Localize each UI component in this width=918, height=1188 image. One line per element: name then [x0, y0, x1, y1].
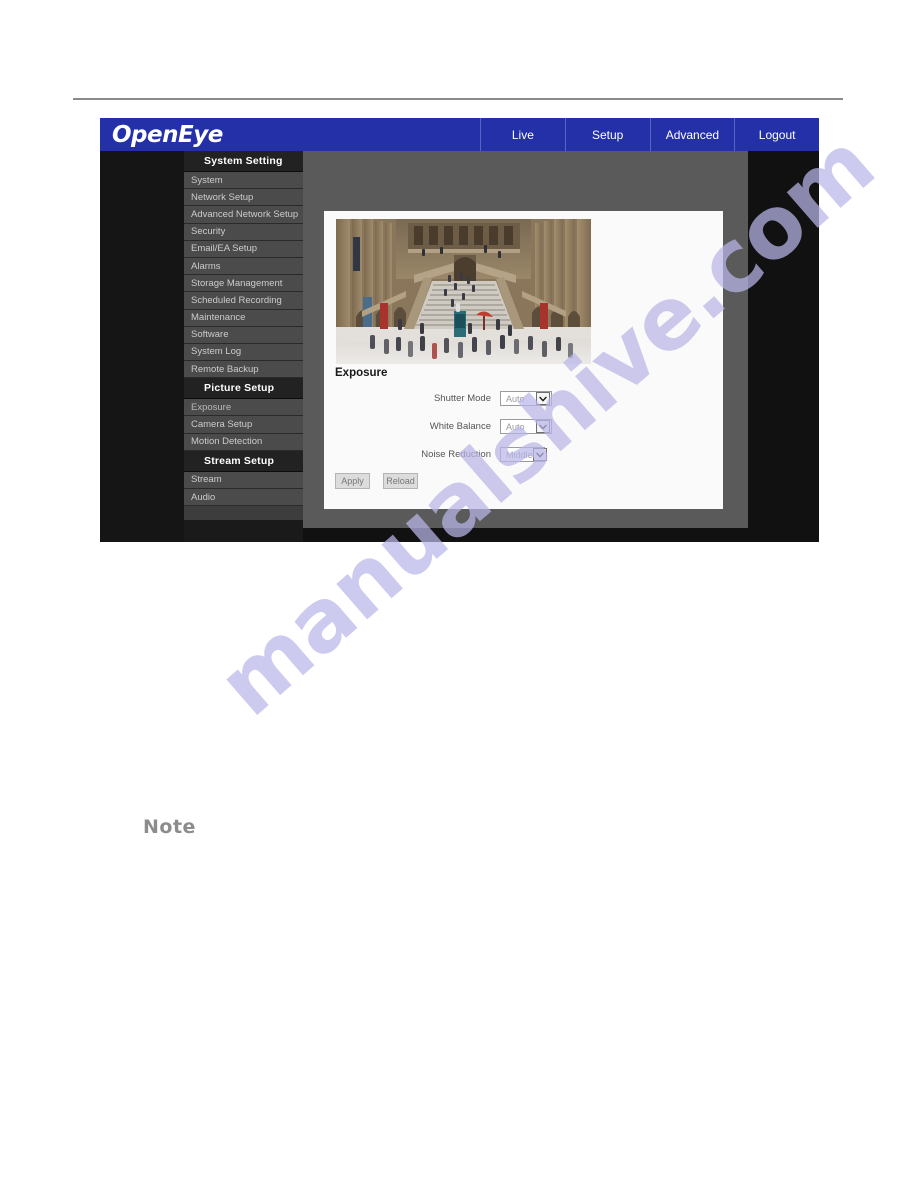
- sidebar-item-storage-management[interactable]: Storage Management: [184, 275, 303, 293]
- sidebar-gutter: [100, 151, 184, 542]
- field-row-white-balance: White Balance Auto: [335, 419, 665, 434]
- nav-tab-setup[interactable]: Setup: [564, 118, 650, 151]
- sidebar-item-software[interactable]: Software: [184, 326, 303, 344]
- sidebar-section-stream-setup: Stream Setup: [184, 450, 303, 472]
- reload-button[interactable]: Reload: [383, 473, 418, 489]
- app-header-bar: OpenEye Live Setup Advanced Logout: [100, 118, 819, 151]
- sidebar-item-stream[interactable]: Stream: [184, 471, 303, 489]
- nav-tab-logout[interactable]: Logout: [734, 118, 819, 151]
- nav-tab-advanced[interactable]: Advanced: [649, 118, 735, 151]
- field-row-noise-reduction: Noise Reduction Middle: [335, 447, 665, 462]
- sidebar-item-advanced-network-setup[interactable]: Advanced Network Setup: [184, 206, 303, 224]
- top-nav-tabs: Live Setup Advanced Logout: [480, 118, 819, 151]
- content-area: Exposure Shutter Mode Auto White Balance: [303, 151, 748, 528]
- label-shutter-mode: Shutter Mode: [433, 393, 491, 404]
- nav-tab-live-label: Live: [511, 127, 534, 142]
- sidebar-section-picture-setup: Picture Setup: [184, 378, 303, 400]
- openeye-logo: OpenEye: [112, 121, 223, 148]
- openeye-web-client-window: OpenEye Live Setup Advanced Logout Syste…: [100, 118, 819, 542]
- sidebar-item-email-ea-setup[interactable]: Email/EA Setup: [184, 240, 303, 258]
- form-action-buttons: Apply Reload: [335, 473, 418, 489]
- nav-tab-logout-label: Logout: [758, 127, 796, 142]
- chevron-down-icon[interactable]: [536, 420, 550, 433]
- sidebar-item-remote-backup[interactable]: Remote Backup: [184, 361, 303, 379]
- sidebar-item-maintenance[interactable]: Maintenance: [184, 309, 303, 327]
- label-noise-reduction: Noise Reduction: [421, 449, 491, 460]
- select-noise-reduction[interactable]: Middle: [500, 447, 547, 462]
- select-noise-reduction-value: Middle: [506, 449, 533, 460]
- select-white-balance[interactable]: Auto: [500, 419, 552, 434]
- sidebar-filler: [184, 506, 303, 521]
- sidebar-item-network-setup[interactable]: Network Setup: [184, 189, 303, 207]
- camera-live-preview[interactable]: [336, 219, 591, 364]
- sidebar-item-camera-setup[interactable]: Camera Setup: [184, 416, 303, 434]
- field-row-shutter-mode: Shutter Mode Auto: [335, 391, 665, 406]
- sidebar-item-audio[interactable]: Audio: [184, 489, 303, 507]
- apply-button[interactable]: Apply: [335, 473, 370, 489]
- chevron-down-icon[interactable]: [536, 392, 550, 405]
- select-shutter-mode-value: Auto: [506, 393, 525, 404]
- sidebar-item-alarms[interactable]: Alarms: [184, 257, 303, 276]
- sidebar-item-motion-detection[interactable]: Motion Detection: [184, 433, 303, 451]
- exposure-settings-panel: Exposure Shutter Mode Auto White Balance: [324, 211, 723, 509]
- sidebar-item-scheduled-recording[interactable]: Scheduled Recording: [184, 292, 303, 310]
- sidebar-section-system-setting: System Setting: [184, 151, 303, 172]
- app-body: System Setting System Network Setup Adva…: [100, 151, 819, 542]
- label-white-balance: White Balance: [429, 421, 491, 432]
- nav-tab-setup-label: Setup: [591, 127, 624, 142]
- sidebar-item-security[interactable]: Security: [184, 223, 303, 241]
- sidebar-item-system[interactable]: System: [184, 172, 303, 190]
- select-white-balance-value: Auto: [506, 421, 525, 432]
- section-title-exposure: Exposure: [335, 367, 388, 379]
- content-right-margin: [748, 151, 819, 542]
- page-header-rule: [73, 98, 843, 100]
- sidebar-item-system-log[interactable]: System Log: [184, 343, 303, 362]
- select-shutter-mode[interactable]: Auto: [500, 391, 552, 406]
- sidebar-item-exposure[interactable]: Exposure: [184, 399, 303, 417]
- note-heading: Note: [143, 816, 196, 838]
- settings-sidebar: System Setting System Network Setup Adva…: [184, 151, 303, 542]
- nav-tab-advanced-label: Advanced: [665, 127, 720, 142]
- chevron-down-icon[interactable]: [532, 448, 547, 461]
- nav-tab-live[interactable]: Live: [480, 118, 565, 151]
